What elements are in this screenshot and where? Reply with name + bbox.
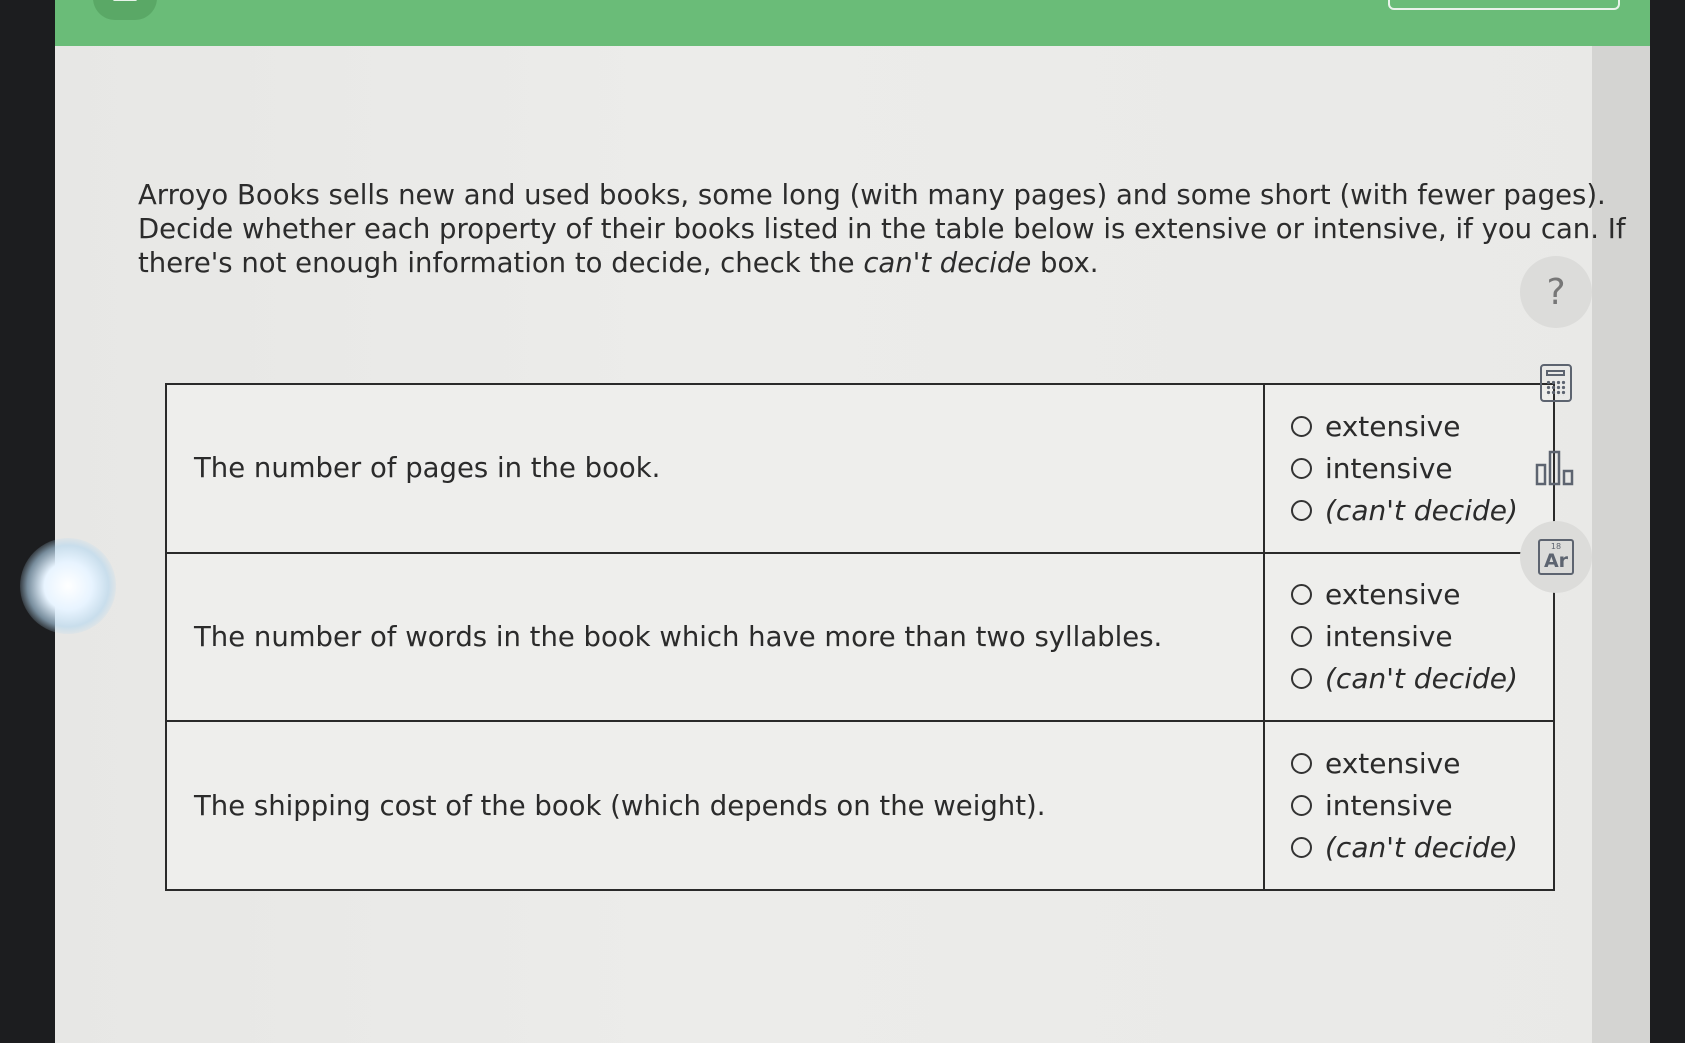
property-cell: The number of words in the book which ha…	[165, 551, 1265, 723]
radio-label: intensive	[1325, 620, 1453, 654]
radio-circle-icon[interactable]	[1291, 415, 1312, 437]
help-button[interactable]: ?	[1520, 256, 1592, 328]
options-cell: extensive intensive (can't decide)	[1263, 383, 1555, 554]
calculator-button[interactable]	[1520, 347, 1592, 419]
radio-label: extensive	[1325, 747, 1461, 781]
screen-glare	[20, 538, 116, 634]
radio-circle-icon[interactable]	[1291, 753, 1312, 775]
radio-circle-icon[interactable]	[1291, 795, 1312, 817]
radio-label: (can't decide)	[1325, 662, 1518, 696]
radio-extensive[interactable]: extensive	[1291, 574, 1552, 616]
property-cell: The shipping cost of the book (which dep…	[165, 720, 1265, 891]
radio-extensive[interactable]: extensive	[1291, 743, 1552, 785]
options-cell: extensive intensive (can't decide)	[1263, 720, 1555, 891]
radio-circle-icon[interactable]	[1291, 837, 1312, 859]
radio-cant-decide[interactable]: (can't decide)	[1291, 489, 1552, 531]
top-bar	[55, 0, 1650, 46]
radio-extensive[interactable]: extensive	[1291, 405, 1552, 447]
radio-label: extensive	[1325, 409, 1461, 443]
radio-intensive[interactable]: intensive	[1291, 616, 1552, 658]
radio-label: intensive	[1325, 451, 1453, 485]
radio-label: (can't decide)	[1325, 493, 1518, 527]
periodic-table-icon: 18 Ar	[1538, 539, 1574, 575]
bar-chart-icon	[1535, 450, 1574, 486]
top-bar-field[interactable]	[1388, 0, 1620, 10]
question-text-end: box.	[1031, 247, 1099, 279]
question-text: Arroyo Books sells new and used books, s…	[138, 178, 1650, 280]
menu-button[interactable]	[93, 0, 157, 20]
radio-cant-decide[interactable]: (can't decide)	[1291, 658, 1552, 700]
property-table: The number of pages in the book. extensi…	[165, 383, 1555, 891]
radio-circle-icon[interactable]	[1291, 457, 1312, 479]
radio-circle-icon[interactable]	[1291, 668, 1312, 690]
table-row: The shipping cost of the book (which dep…	[165, 720, 1555, 891]
radio-cant-decide[interactable]: (can't decide)	[1291, 827, 1552, 869]
radio-circle-icon[interactable]	[1291, 499, 1312, 521]
radio-label: (can't decide)	[1325, 831, 1518, 865]
question-mark-icon: ?	[1546, 271, 1566, 313]
hamburger-icon	[113, 0, 137, 1]
property-cell: The number of pages in the book.	[165, 383, 1265, 554]
radio-circle-icon[interactable]	[1291, 626, 1312, 648]
options-cell: extensive intensive (can't decide)	[1263, 551, 1555, 723]
radio-intensive[interactable]: intensive	[1291, 447, 1552, 489]
element-symbol: Ar	[1543, 550, 1569, 572]
radio-circle-icon[interactable]	[1291, 584, 1312, 606]
periodic-table-button[interactable]: 18 Ar	[1520, 521, 1592, 593]
radio-label: extensive	[1325, 578, 1461, 612]
radio-intensive[interactable]: intensive	[1291, 785, 1552, 827]
data-button[interactable]	[1520, 432, 1592, 504]
calculator-icon	[1540, 364, 1572, 402]
radio-label: intensive	[1325, 789, 1453, 823]
question-emphasis: can't decide	[863, 247, 1032, 279]
table-row: The number of words in the book which ha…	[165, 551, 1555, 723]
table-row: The number of pages in the book. extensi…	[165, 383, 1555, 554]
app-screen: Arroyo Books sells new and used books, s…	[55, 0, 1650, 1043]
